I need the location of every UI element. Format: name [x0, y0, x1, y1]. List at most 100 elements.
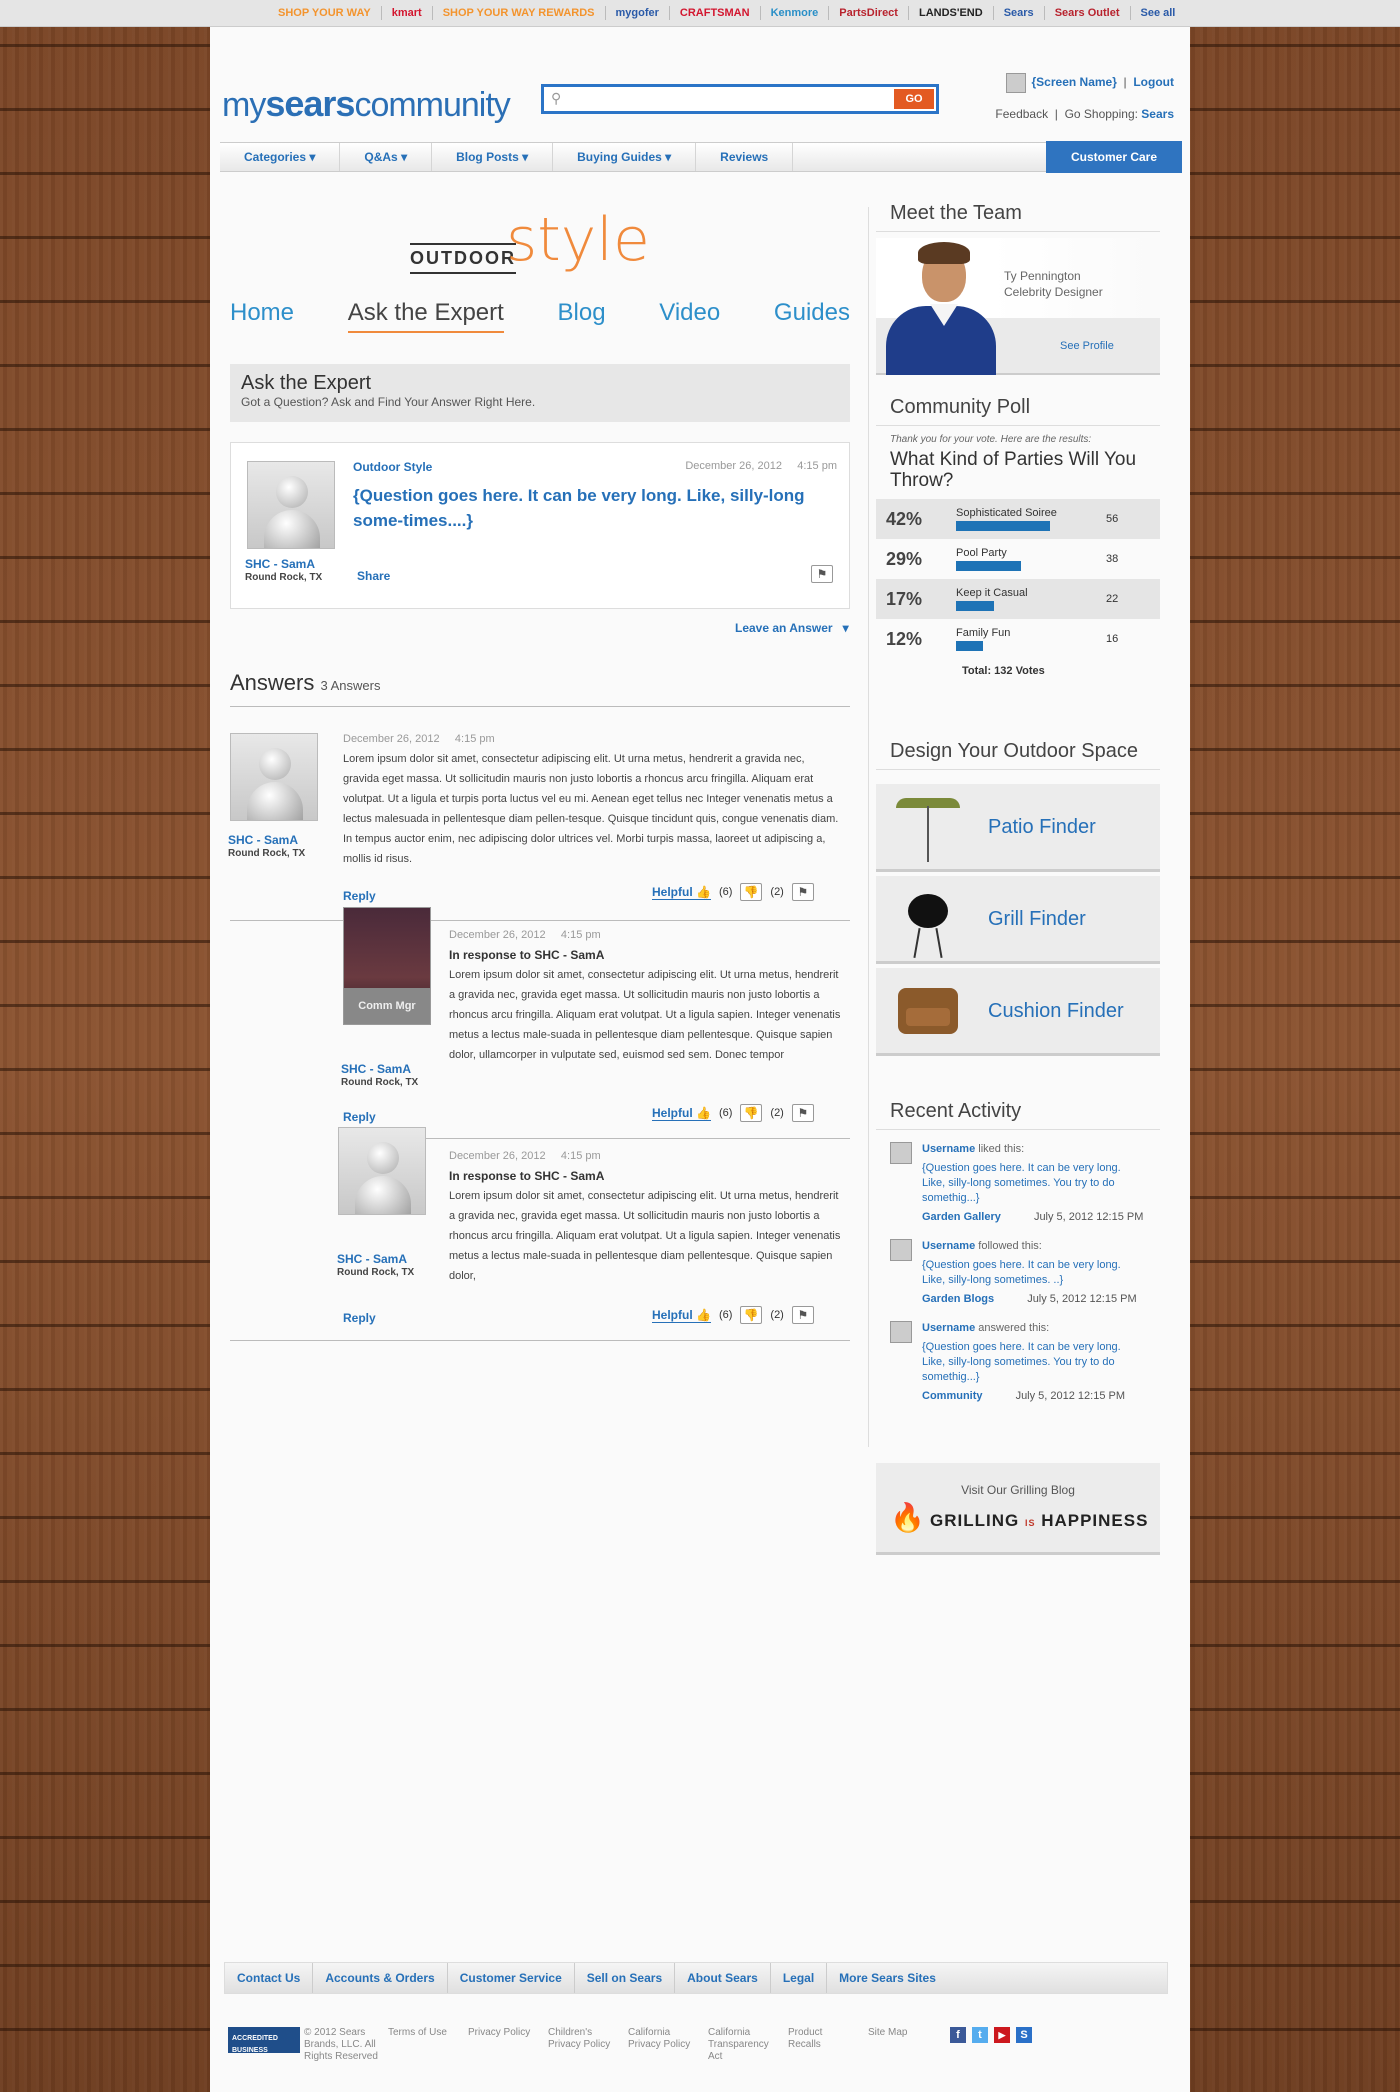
flag-icon[interactable]: ⚑ [791, 883, 814, 901]
sears-link[interactable]: Sears [1141, 107, 1174, 121]
nav-categories[interactable]: Categories ▾ [220, 143, 341, 171]
tab-video[interactable]: Video [659, 299, 720, 333]
logout-link[interactable]: Logout [1133, 75, 1174, 89]
flag-icon[interactable]: ⚑ [791, 1104, 814, 1122]
product-recalls-link[interactable]: Product Recalls [788, 2027, 842, 2051]
brand-link[interactable]: Sears [994, 6, 1045, 20]
brand-link[interactable]: Kenmore [761, 6, 830, 20]
youtube-icon[interactable]: ▶ [994, 2027, 1010, 2043]
customer-care-button[interactable]: Customer Care [1046, 141, 1182, 173]
site-map-link[interactable]: Site Map [868, 2027, 928, 2039]
ca-transparency-link[interactable]: California Transparency Act [708, 2027, 782, 2063]
brand-link[interactable]: SHOP YOUR WAY REWARDS [433, 6, 606, 20]
activity-text-link[interactable]: {Question goes here. It can be very long… [922, 1161, 1146, 1206]
activity-user-link[interactable]: Username [922, 1322, 975, 1334]
answer-user-link[interactable]: SHC - SamA [228, 833, 305, 847]
shop-your-way-icon[interactable]: S [1016, 2027, 1032, 2043]
activity-source-link[interactable]: Garden Gallery [922, 1211, 1001, 1223]
divider [230, 706, 850, 707]
unhelpful-count: (2) [770, 1309, 784, 1321]
thumbs-down-icon[interactable]: 👎 [740, 883, 763, 901]
comm-mgr-avatar[interactable]: Comm Mgr [343, 907, 431, 1025]
leave-answer-link[interactable]: Leave an Answer ▾ [735, 621, 849, 635]
ca-privacy-link[interactable]: California Privacy Policy [628, 2027, 700, 2051]
brand-link[interactable]: LANDS'END [909, 6, 994, 20]
meet-the-team: Meet the Team Ty Pennington Celebrity De… [876, 202, 1160, 375]
poll-total: Total: 132 Votes [962, 665, 1045, 677]
childrens-privacy-link[interactable]: Children's Privacy Policy [548, 2027, 620, 2051]
feedback-link[interactable]: Feedback [995, 107, 1048, 121]
grill-finder-label: Grill Finder [988, 908, 1086, 930]
activity-text-link[interactable]: {Question goes here. It can be very long… [922, 1340, 1146, 1385]
answer-user-link[interactable]: SHC - SamA [337, 1252, 414, 1266]
brand-link[interactable]: PartsDirect [829, 6, 909, 20]
patio-finder-label: Patio Finder [988, 816, 1096, 838]
footer-more-sears-sites[interactable]: More Sears Sites [827, 1963, 948, 1993]
grill-finder[interactable]: Grill Finder [876, 876, 1160, 964]
terms-link[interactable]: Terms of Use [388, 2027, 448, 2039]
footer-customer-service[interactable]: Customer Service [448, 1963, 575, 1993]
flag-icon[interactable]: ⚑ [791, 1306, 814, 1324]
answer-user-link[interactable]: SHC - SamA [341, 1062, 418, 1076]
question-text[interactable]: {Question goes here. It can be very long… [353, 483, 813, 533]
flame-icon: 🔥 [890, 1502, 925, 1533]
helpful-button[interactable]: Helpful 👍 [652, 885, 711, 900]
helpful-button[interactable]: Helpful 👍 [652, 1106, 711, 1121]
screen-name-link[interactable]: {Screen Name} [1032, 75, 1117, 89]
question-category-link[interactable]: Outdoor Style [353, 460, 432, 474]
grill-visit-label: Visit Our Grilling Blog [961, 1483, 1075, 1497]
twitter-icon[interactable]: t [972, 2027, 988, 2043]
thumbs-down-icon[interactable]: 👎 [740, 1104, 763, 1122]
tab-home[interactable]: Home [230, 299, 294, 333]
brand-link[interactable]: CRAFTSMAN [670, 6, 761, 20]
nav-qas[interactable]: Q&As ▾ [340, 143, 433, 171]
facebook-icon[interactable]: f [950, 2027, 966, 2043]
activity-source-link[interactable]: Community [922, 1390, 983, 1402]
nav-buying-guides[interactable]: Buying Guides ▾ [553, 143, 697, 171]
flag-icon[interactable]: ⚑ [811, 565, 833, 583]
bbb-badge[interactable]: ACCREDITED BUSINESS [228, 2027, 300, 2054]
grilling-blog-banner[interactable]: Visit Our Grilling Blog 🔥 GRILLING IS HA… [876, 1463, 1160, 1555]
footer-about-sears[interactable]: About Sears [675, 1963, 771, 1993]
question-time: 4:15 pm [797, 460, 837, 472]
search-input[interactable]: ⚲ GO [541, 84, 939, 114]
site-logo[interactable]: mysearscommunity [222, 83, 511, 125]
footer-accounts-orders[interactable]: Accounts & Orders [313, 1963, 448, 1993]
user-avatar[interactable] [338, 1127, 426, 1215]
brand-link[interactable]: SHOP YOUR WAY [268, 6, 382, 20]
footer-sell-on-sears[interactable]: Sell on Sears [575, 1963, 676, 1993]
reply-link[interactable]: Reply [343, 1110, 376, 1124]
user-avatar[interactable] [247, 461, 335, 549]
nav-reviews[interactable]: Reviews [696, 143, 794, 171]
activity-text-link[interactable]: {Question goes here. It can be very long… [922, 1258, 1146, 1288]
privacy-link[interactable]: Privacy Policy [468, 2027, 538, 2039]
tab-blog[interactable]: Blog [558, 299, 606, 333]
tab-ask-the-expert[interactable]: Ask the Expert [347, 299, 504, 333]
activity-source-link[interactable]: Garden Blogs [922, 1293, 994, 1305]
helpful-button[interactable]: Helpful 👍 [652, 1308, 711, 1323]
brand-link[interactable]: mygofer [606, 6, 670, 20]
footer-legal[interactable]: Legal [771, 1963, 828, 1993]
activity-user-link[interactable]: Username [922, 1143, 975, 1155]
see-profile-link[interactable]: See Profile [1060, 340, 1114, 352]
reply-link[interactable]: Reply [343, 889, 376, 903]
user-avatar[interactable] [230, 733, 318, 821]
divider [230, 1340, 850, 1341]
patio-finder[interactable]: Patio Finder [876, 784, 1160, 872]
tab-guides[interactable]: Guides [774, 299, 850, 333]
activity-user-link[interactable]: Username [922, 1240, 975, 1252]
search-go-button[interactable]: GO [894, 89, 934, 109]
question-user-link[interactable]: SHC - SamA [245, 557, 322, 571]
cushion-finder[interactable]: Cushion Finder [876, 968, 1160, 1056]
poll-row: 17% Keep it Casual 22 [876, 579, 1160, 619]
user-box: {Screen Name} | Logout Feedback | Go Sho… [995, 73, 1174, 121]
nav-blog-posts[interactable]: Blog Posts ▾ [432, 143, 554, 171]
footer-contact-us[interactable]: Contact Us [225, 1963, 314, 1993]
brand-link[interactable]: Sears Outlet [1045, 6, 1131, 20]
share-link[interactable]: Share [357, 569, 390, 583]
brand-link[interactable]: See all [1131, 6, 1186, 20]
ty-pennington-photo [886, 242, 996, 375]
reply-link[interactable]: Reply [343, 1311, 376, 1325]
brand-link[interactable]: kmart [382, 6, 433, 20]
thumbs-down-icon[interactable]: 👎 [740, 1306, 763, 1324]
